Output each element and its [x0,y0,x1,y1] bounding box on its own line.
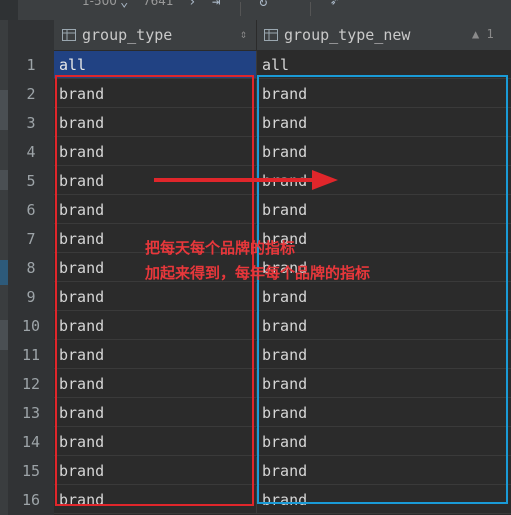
annotation-line-2: 加起来得到，每年每个品牌的指标 [145,264,371,282]
red-arrow-icon [154,170,338,190]
row-number: 11 [21,346,41,364]
table-column-icon [264,29,278,41]
column-divider[interactable] [256,20,257,50]
sort-icon[interactable]: ⇕ [240,27,247,41]
row-number: 4 [26,143,36,161]
next-page-icon[interactable]: › [188,0,196,10]
row-number: 10 [21,317,41,335]
row-number: 5 [26,172,36,190]
row-number: 2 [26,85,36,103]
toolbar-edge [0,0,18,20]
column-header-group-type-new[interactable]: group_type_new [264,20,410,50]
table-column-icon [62,29,76,41]
row-number: 15 [21,462,41,480]
row-number: 8 [26,259,36,277]
row-number: 14 [21,433,41,451]
last-page-icon[interactable]: ⇥ [212,0,220,10]
row-number: 16 [21,491,41,509]
chevron-down-icon[interactable]: ⌄ [120,0,128,10]
sort-ascending-icon[interactable]: ▲ 1 [472,27,494,41]
red-highlight-box [55,75,254,506]
table-header: group_type ⇕ group_type_new ▲ 1 [54,20,511,51]
pin-icon[interactable]: ➶ [330,0,338,10]
results-toolbar: 1-500 ⌄ 7641 › ⇥ ↻ ➶ [0,0,511,20]
row-range-label: 1-500 [82,0,117,8]
row-number: 12 [21,375,41,393]
toolbar-separator [310,2,311,16]
toolbar-separator [240,2,241,16]
total-rows-label: 7641 [143,0,174,8]
column-name: group_type [82,26,173,44]
row-number: 3 [26,114,36,132]
column-header-group-type[interactable]: group_type [62,20,172,50]
annotation-line-1: 把每天每个品牌的指标 [145,239,296,257]
row-number: 9 [26,288,36,306]
column-name: group_type_new [284,26,411,44]
blue-highlight-box [257,75,508,504]
row-number: 1 [26,56,36,74]
row-number: 7 [26,230,36,248]
row-number: 6 [26,201,36,219]
refresh-icon[interactable]: ↻ [259,0,267,10]
row-number: 13 [21,404,41,422]
